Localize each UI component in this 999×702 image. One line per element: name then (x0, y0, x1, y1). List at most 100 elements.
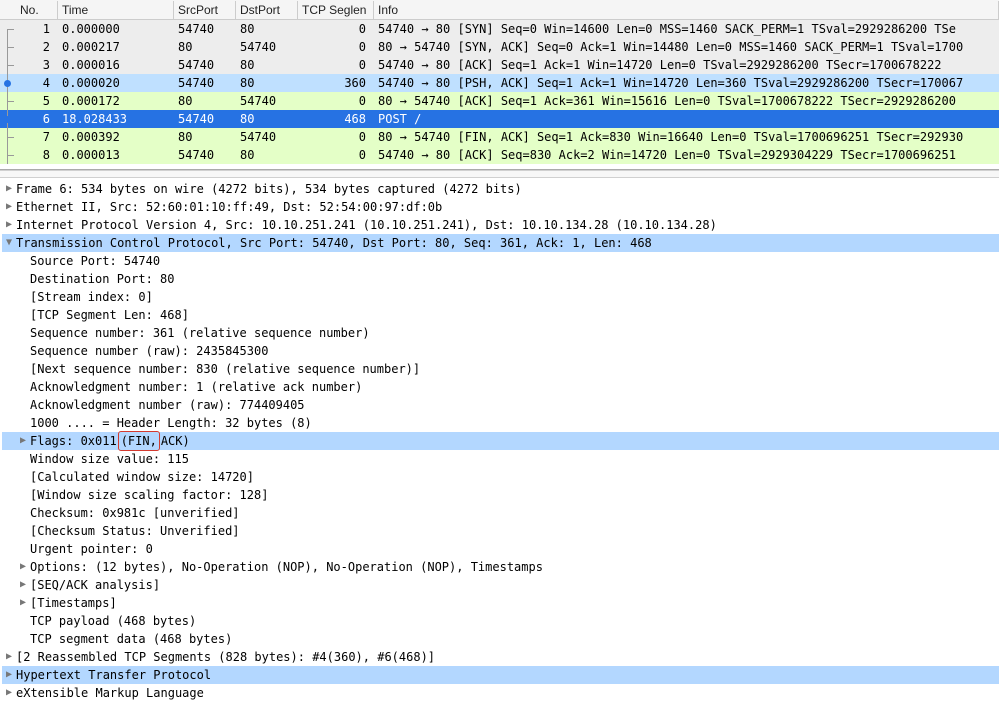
cell-info: 80 → 54740 [SYN, ACK] Seq=0 Ack=1 Win=14… (374, 38, 999, 56)
row-marker (0, 38, 16, 56)
expand-icon[interactable]: ▶ (2, 198, 16, 216)
col-header-src[interactable]: SrcPort (174, 1, 236, 19)
row-marker (0, 146, 16, 164)
packet-row[interactable]: 618.0284335474080468POST / (0, 110, 999, 128)
expand-icon[interactable]: ▶ (2, 216, 16, 234)
cell-dstport: 80 (236, 20, 298, 38)
tcp-win[interactable]: Window size value: 115 (2, 450, 999, 468)
cell-seglen: 468 (298, 110, 374, 128)
cell-srcport: 80 (174, 92, 236, 110)
expand-icon[interactable]: ▶ (16, 594, 30, 612)
cell-dstport: 80 (236, 110, 298, 128)
packet-detail-pane: ▶ Frame 6: 534 bytes on wire (4272 bits)… (0, 178, 999, 702)
expand-icon[interactable]: ▶ (2, 666, 16, 684)
expand-icon[interactable]: ▶ (2, 180, 16, 198)
cell-time: 18.028433 (58, 110, 174, 128)
detail-http[interactable]: ▶ Hypertext Transfer Protocol (2, 666, 999, 684)
cell-seglen: 360 (298, 74, 374, 92)
cell-seglen: 0 (298, 38, 374, 56)
packet-row[interactable]: 20.0002178054740080 → 54740 [SYN, ACK] S… (0, 38, 999, 56)
cell-no: 4 (16, 74, 58, 92)
cell-time: 0.000000 (58, 20, 174, 38)
cell-info: POST / (374, 110, 999, 128)
collapse-icon[interactable]: ▼ (2, 234, 16, 252)
packet-list-pane: No. Time SrcPort DstPort TCP Seglen Info… (0, 0, 999, 170)
detail-frame[interactable]: ▶ Frame 6: 534 bytes on wire (4272 bits)… (2, 180, 999, 198)
tcp-flags[interactable]: ▶ Flags: 0x011 (FIN, ACK) (2, 432, 999, 450)
packet-row[interactable]: 50.0001728054740080 → 54740 [ACK] Seq=1 … (0, 92, 999, 110)
expand-icon[interactable]: ▶ (2, 684, 16, 702)
cell-time: 0.000392 (58, 128, 174, 146)
packet-list-body: 10.0000005474080054740 → 80 [SYN] Seq=0 … (0, 20, 999, 164)
cell-info: 80 → 54740 [FIN, ACK] Seq=1 Ack=830 Win=… (374, 128, 999, 146)
tcp-srcport[interactable]: Source Port: 54740 (2, 252, 999, 270)
tcp-winscale[interactable]: [Window size scaling factor: 128] (2, 486, 999, 504)
col-header-time[interactable]: Time (58, 1, 174, 19)
cell-dstport: 80 (236, 74, 298, 92)
tcp-options[interactable]: ▶ Options: (12 bytes), No-Operation (NOP… (2, 558, 999, 576)
tcp-cksstat[interactable]: [Checksum Status: Unverified] (2, 522, 999, 540)
cell-no: 1 (16, 20, 58, 38)
cell-srcport: 80 (174, 38, 236, 56)
cell-no: 5 (16, 92, 58, 110)
tcp-cks[interactable]: Checksum: 0x981c [unverified] (2, 504, 999, 522)
tcp-seqack[interactable]: ▶ [SEQ/ACK analysis] (2, 576, 999, 594)
tcp-stream[interactable]: [Stream index: 0] (2, 288, 999, 306)
tcp-hdrlen[interactable]: 1000 .... = Header Length: 32 bytes (8) (2, 414, 999, 432)
tcp-ackrel[interactable]: Acknowledgment number: 1 (relative ack n… (2, 378, 999, 396)
cell-time: 0.000020 (58, 74, 174, 92)
packet-row[interactable]: 10.0000005474080054740 → 80 [SYN] Seq=0 … (0, 20, 999, 38)
packet-row[interactable]: 40.000020547408036054740 → 80 [PSH, ACK]… (0, 74, 999, 92)
cell-srcport: 54740 (174, 146, 236, 164)
packet-row[interactable]: 80.0000135474080054740 → 80 [ACK] Seq=83… (0, 146, 999, 164)
detail-ethernet[interactable]: ▶ Ethernet II, Src: 52:60:01:10:ff:49, D… (2, 198, 999, 216)
cell-dstport: 54740 (236, 128, 298, 146)
cell-no: 8 (16, 146, 58, 164)
cell-info: 54740 → 80 [PSH, ACK] Seq=1 Ack=1 Win=14… (374, 74, 999, 92)
col-header-no[interactable]: No. (16, 1, 58, 19)
tcp-payload[interactable]: TCP payload (468 bytes) (2, 612, 999, 630)
expand-icon[interactable]: ▶ (16, 432, 30, 450)
cell-seglen: 0 (298, 92, 374, 110)
tcp-ackraw[interactable]: Acknowledgment number (raw): 774409405 (2, 396, 999, 414)
col-header-len[interactable]: TCP Seglen (298, 1, 374, 19)
cell-time: 0.000013 (58, 146, 174, 164)
tcp-seqrel[interactable]: Sequence number: 361 (relative sequence … (2, 324, 999, 342)
cell-no: 6 (16, 110, 58, 128)
expand-icon[interactable]: ▶ (2, 648, 16, 666)
col-header-info[interactable]: Info (374, 1, 999, 19)
tcp-seglen[interactable]: [TCP Segment Len: 468] (2, 306, 999, 324)
detail-tcp-summary[interactable]: ▼ Transmission Control Protocol, Src Por… (2, 234, 999, 252)
cell-dstport: 80 (236, 146, 298, 164)
row-marker (0, 110, 16, 128)
packet-list-header: No. Time SrcPort DstPort TCP Seglen Info (0, 0, 999, 20)
tcp-timestamps[interactable]: ▶ [Timestamps] (2, 594, 999, 612)
row-marker (0, 74, 16, 92)
cell-seglen: 0 (298, 146, 374, 164)
cell-info: 80 → 54740 [ACK] Seq=1 Ack=361 Win=15616… (374, 92, 999, 110)
detail-ip[interactable]: ▶ Internet Protocol Version 4, Src: 10.1… (2, 216, 999, 234)
cell-srcport: 54740 (174, 74, 236, 92)
expand-icon[interactable]: ▶ (16, 558, 30, 576)
cell-time: 0.000016 (58, 56, 174, 74)
col-header-dst[interactable]: DstPort (236, 1, 298, 19)
tcp-calcwin[interactable]: [Calculated window size: 14720] (2, 468, 999, 486)
row-marker (0, 20, 16, 38)
expand-icon[interactable]: ▶ (16, 576, 30, 594)
cell-info: 54740 → 80 [SYN] Seq=0 Win=14600 Len=0 M… (374, 20, 999, 38)
cell-time: 0.000172 (58, 92, 174, 110)
cell-srcport: 80 (174, 128, 236, 146)
tcp-seqraw[interactable]: Sequence number (raw): 2435845300 (2, 342, 999, 360)
detail-reassembled[interactable]: ▶ [2 Reassembled TCP Segments (828 bytes… (2, 648, 999, 666)
packet-row[interactable]: 70.0003928054740080 → 54740 [FIN, ACK] S… (0, 128, 999, 146)
tcp-segdata[interactable]: TCP segment data (468 bytes) (2, 630, 999, 648)
cell-srcport: 54740 (174, 56, 236, 74)
tcp-urg[interactable]: Urgent pointer: 0 (2, 540, 999, 558)
cell-seglen: 0 (298, 20, 374, 38)
pane-divider[interactable] (0, 170, 999, 178)
detail-xml[interactable]: ▶ eXtensible Markup Language (2, 684, 999, 702)
tcp-dstport[interactable]: Destination Port: 80 (2, 270, 999, 288)
tcp-nextseq[interactable]: [Next sequence number: 830 (relative seq… (2, 360, 999, 378)
packet-row[interactable]: 30.0000165474080054740 → 80 [ACK] Seq=1 … (0, 56, 999, 74)
cell-info: 54740 → 80 [ACK] Seq=1 Ack=1 Win=14720 L… (374, 56, 999, 74)
